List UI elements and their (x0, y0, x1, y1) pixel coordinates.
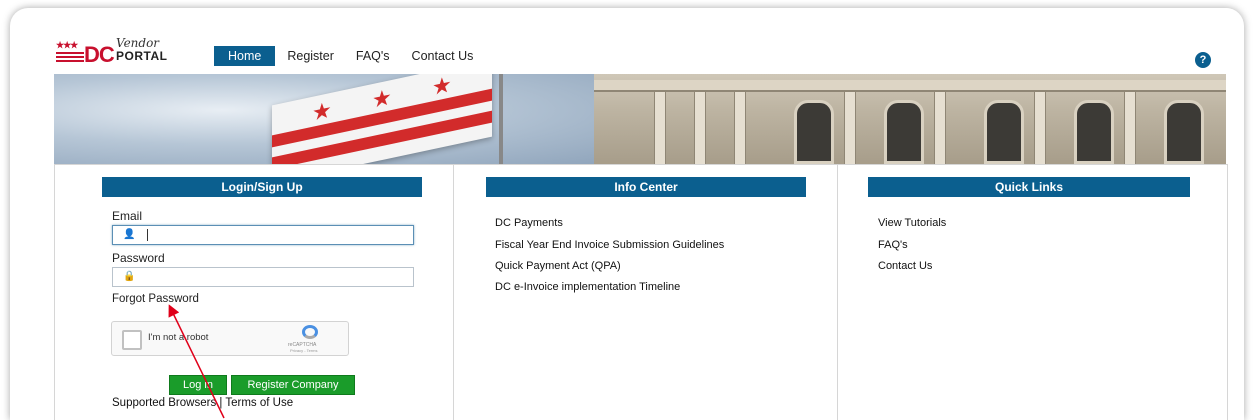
flag-star-icon: ★ (432, 74, 452, 101)
text-caret (147, 229, 148, 241)
info-link-fiscal-year-guidelines[interactable]: Fiscal Year End Invoice Submission Guide… (495, 239, 724, 251)
main-menu: Home Register FAQ's Contact Us (214, 46, 485, 66)
building-window (1164, 100, 1204, 164)
building-cornice (594, 80, 1226, 92)
building-window (984, 100, 1024, 164)
register-company-button[interactable]: Register Company (231, 375, 355, 395)
logo-stars-icon: ★★★ (56, 40, 78, 50)
building-column (1124, 92, 1136, 164)
building-column (734, 92, 746, 164)
browser-frame: ★★★ DC Vendor PORTAL Home Register FAQ's… (10, 8, 1244, 420)
nav-contact-us[interactable]: Contact Us (402, 46, 484, 66)
email-field[interactable]: 👤 (112, 225, 414, 245)
recaptcha-checkbox[interactable] (122, 330, 142, 350)
email-label: Email (112, 209, 143, 223)
nav-faqs[interactable]: FAQ's (346, 46, 400, 66)
building-column (694, 92, 706, 164)
dc-vendor-portal-logo[interactable]: ★★★ DC Vendor PORTAL (56, 36, 206, 67)
quick-link-faqs[interactable]: FAQ's (878, 239, 908, 251)
login-panel-header: Login/Sign Up (102, 177, 422, 197)
info-link-e-invoice-timeline[interactable]: DC e-Invoice implementation Timeline (495, 281, 680, 293)
quick-link-view-tutorials[interactable]: View Tutorials (878, 217, 946, 229)
top-nav: ★★★ DC Vendor PORTAL Home Register FAQ's… (42, 8, 1238, 78)
recaptcha-terms[interactable]: Privacy - Terms (290, 348, 317, 353)
info-link-quick-payment-act[interactable]: Quick Payment Act (QPA) (495, 260, 621, 272)
logo-dc-text: DC (84, 42, 115, 67)
building-column (844, 92, 856, 164)
password-field[interactable]: 🔒 (112, 267, 414, 287)
hero-banner: ★ ★ ★ (54, 74, 1226, 164)
info-link-dc-payments[interactable]: DC Payments (495, 217, 563, 229)
lock-icon: 🔒 (123, 271, 136, 282)
flag-star-icon: ★ (312, 96, 332, 126)
logo-portal-text: PORTAL (116, 49, 168, 63)
panel-divider (837, 165, 838, 420)
panel-divider (453, 165, 454, 420)
quick-links-header: Quick Links (868, 177, 1190, 197)
forgot-password-link[interactable]: Forgot Password (112, 293, 199, 305)
logo-vendor-text: Vendor (116, 36, 160, 50)
content-panels: Login/Sign Up Email 👤 Password 🔒 Forgot … (54, 164, 1228, 420)
password-label: Password (112, 251, 165, 265)
recaptcha-logo-icon (302, 325, 318, 339)
building-window (884, 100, 924, 164)
info-center-header: Info Center (486, 177, 806, 197)
help-icon[interactable]: ? (1195, 52, 1211, 68)
recaptcha-widget[interactable]: I'm not a robot reCAPTCHA Privacy - Term… (111, 321, 349, 356)
building-column (1034, 92, 1046, 164)
flag-star-icon: ★ (372, 83, 392, 114)
building-column (934, 92, 946, 164)
log-in-button[interactable]: Log in (169, 375, 227, 395)
flag-pole (499, 74, 503, 164)
building-window (794, 100, 834, 164)
building-window (1074, 100, 1114, 164)
nav-home[interactable]: Home (214, 46, 276, 66)
recaptcha-label: I'm not a robot (148, 332, 209, 343)
nav-register[interactable]: Register (277, 46, 344, 66)
logo-stripes-icon (56, 52, 84, 62)
capitol-building-image (594, 74, 1226, 164)
page: ★★★ DC Vendor PORTAL Home Register FAQ's… (42, 8, 1238, 420)
building-column (654, 92, 666, 164)
user-icon: 👤 (123, 229, 136, 240)
supported-browsers-terms-link[interactable]: Supported Browsers | Terms of Use (112, 397, 293, 409)
quick-link-contact-us[interactable]: Contact Us (878, 260, 932, 272)
